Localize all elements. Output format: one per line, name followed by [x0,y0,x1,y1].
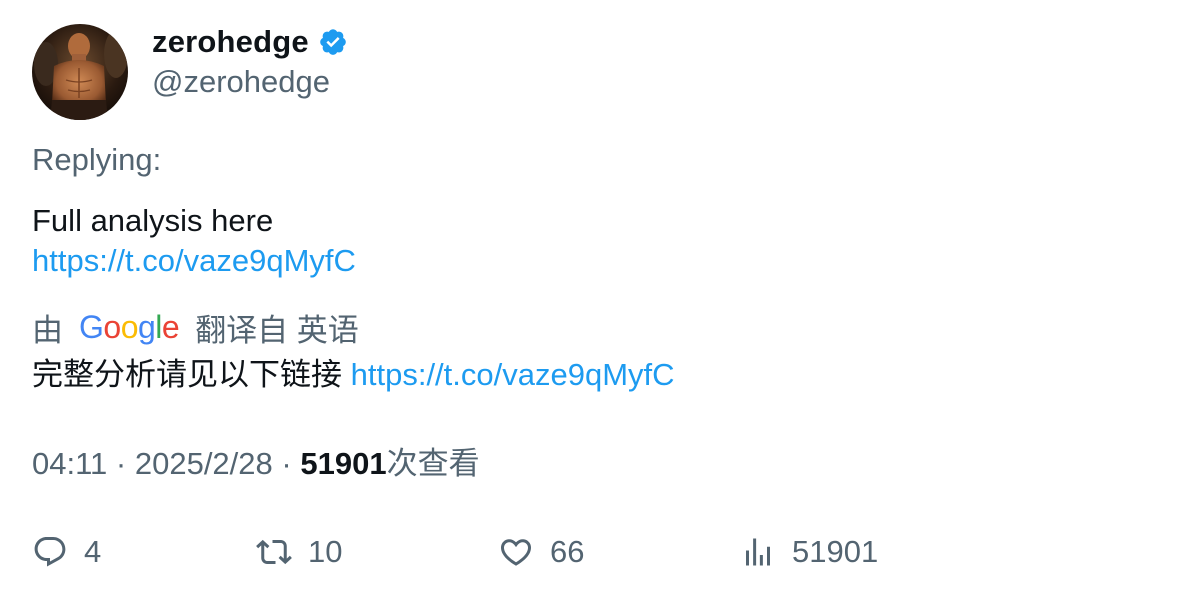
translation-prefix: 由 [32,312,63,348]
reply-count: 4 [84,534,102,569]
reply-icon [34,537,66,567]
views-count: 51901 [300,446,387,481]
heart-icon [500,539,532,566]
meta-separator: · [281,446,292,481]
reply-button[interactable]: 4 [32,532,101,572]
like-button[interactable]: 66 [498,532,584,572]
replying-label: Replying: [32,142,162,177]
retweet-button[interactable]: 10 [256,532,342,572]
author-name-row: zerohedge [152,22,348,62]
profile-avatar [32,24,128,120]
translation-suffix: 翻译自 英语 [195,312,359,348]
translated-text: 完整分析请见以下链接 https://t.co/vaze9qMyfC [32,355,675,395]
views-chart-icon [746,538,770,566]
views-button[interactable]: 51901 [740,532,878,572]
google-letter: o [120,309,139,345]
google-letter: o [103,309,121,345]
translated-text-content: 完整分析请见以下链接 [32,357,342,392]
tweet-text: Full analysis here https://t.co/vaze9qMy… [32,201,356,281]
display-name[interactable]: zerohedge [152,24,309,60]
retweet-count: 10 [308,534,343,569]
meta-separator: · [115,446,127,481]
translation-attribution: 由 Google 翻译自 英语 [32,307,359,348]
tweet-text-content: Full analysis here [32,203,274,238]
google-letter: G [79,309,104,345]
author-handle[interactable]: @zerohedge [152,62,348,102]
views-action-count: 51901 [792,534,879,569]
tweet-card: zerohedge @zerohedge Replying: Full anal… [0,0,1196,598]
translated-link[interactable]: https://t.co/vaze9qMyfC [351,357,675,392]
author-info: zerohedge @zerohedge [152,22,348,102]
tweet-meta: 04:11 · 2025/2/28 · 51901次查看 [32,444,480,484]
like-count: 66 [550,534,585,569]
google-letter: e [161,309,180,345]
avatar[interactable] [32,24,128,120]
tweet-date[interactable]: 2025/2/28 [135,446,273,481]
action-bar: 4 10 66 51901 [32,532,1172,572]
google-logo: Google [79,307,180,347]
retweet-icon [256,539,292,565]
verified-badge-icon [318,27,348,57]
tweet-time[interactable]: 04:11 [32,446,107,481]
views-label: 次查看 [386,446,480,481]
google-letter: g [137,309,156,345]
google-letter: l [155,309,162,345]
tweet-link[interactable]: https://t.co/vaze9qMyfC [32,243,356,278]
